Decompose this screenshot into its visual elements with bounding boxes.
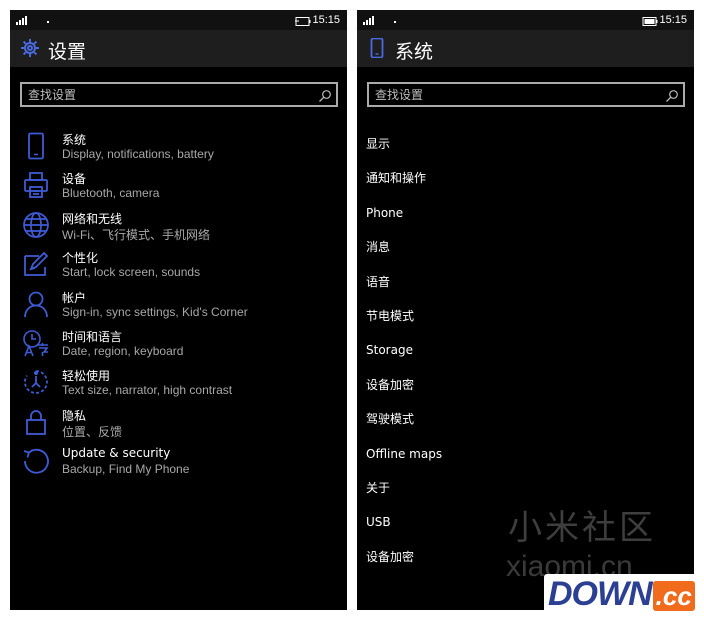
category-subtitle: Date, region, keyboard (62, 343, 184, 358)
search-input[interactable] (22, 84, 336, 106)
battery-charging-icon (295, 16, 311, 29)
update-icon (22, 447, 50, 475)
category-subtitle: Start, lock screen, sounds (62, 265, 201, 280)
title-bar: 系统 (357, 30, 694, 67)
printer-icon (22, 171, 50, 199)
down-cc-logo: DOWN .cc (544, 574, 698, 614)
gear-icon (20, 38, 40, 58)
category-subtitle: Backup, Find My Phone (62, 462, 190, 477)
signal-icon (363, 16, 377, 25)
list-item[interactable]: 驾驶模式 (357, 409, 694, 443)
phone-icon (22, 132, 50, 160)
time-language-icon (22, 329, 50, 357)
search-icon[interactable] (318, 88, 332, 102)
list-item[interactable]: 设备加密 (357, 375, 694, 409)
signal-icon (16, 16, 30, 25)
clock: 15:15 (659, 14, 687, 26)
list-item[interactable]: 通知和操作 (357, 168, 694, 202)
down-logo-text: DOWN (548, 575, 653, 613)
ease-of-access-icon (22, 368, 50, 396)
notification-dot (47, 21, 49, 23)
paint-icon (22, 250, 50, 278)
status-bar: 15:15 (357, 10, 694, 30)
category-title: 帐户 (62, 290, 87, 305)
settings-screen: 15:15 设置 系统 Display, notifications, batt… (10, 10, 347, 610)
category-title: 设备 (62, 172, 87, 187)
status-bar: 15:15 (10, 10, 347, 30)
category-title: 系统 (62, 133, 87, 147)
category-time-language[interactable]: 时间和语言 Date, region, keyboard (10, 327, 347, 366)
list-item[interactable]: 消息 (357, 237, 694, 271)
category-title: 网络和无线 (62, 211, 123, 226)
person-icon (22, 290, 50, 318)
phone-icon (367, 37, 387, 59)
category-title: 个性化 (62, 251, 99, 266)
category-privacy[interactable]: 隐私 位置、反馈 (10, 406, 347, 445)
category-accounts[interactable]: 帐户 Sign-in, sync settings, Kid's Corner (10, 288, 347, 327)
clock: 15:15 (312, 14, 340, 26)
category-update-security[interactable]: Update & security Backup, Find My Phone (10, 445, 347, 484)
settings-category-list: 系统 Display, notifications, battery 设备 Bl… (10, 130, 347, 485)
category-network[interactable]: 网络和无线 Wi-Fi、飞行模式、手机网络 (10, 209, 347, 248)
category-subtitle: Display, notifications, battery (62, 147, 214, 161)
category-subtitle: 位置、反馈 (62, 424, 123, 439)
category-subtitle: Sign-in, sync settings, Kid's Corner (62, 304, 248, 319)
category-subtitle: Bluetooth, camera (62, 186, 160, 201)
list-item[interactable]: Phone (357, 203, 694, 237)
globe-icon (22, 211, 50, 239)
page-title: 设置 (48, 41, 87, 63)
list-item[interactable]: Storage (357, 340, 694, 374)
notification-dot (394, 21, 396, 23)
battery-icon (642, 16, 658, 29)
xiaomi-watermark: 小米社区 (508, 508, 656, 548)
category-title: Update & security (62, 446, 171, 461)
search-box[interactable] (367, 82, 685, 107)
list-item[interactable]: 语音 (357, 272, 694, 306)
category-subtitle: Text size, narrator, high contrast (62, 383, 233, 398)
category-title: 隐私 (62, 408, 87, 423)
lock-icon (22, 408, 50, 436)
search-input[interactable] (369, 84, 683, 106)
search-icon[interactable] (665, 88, 679, 102)
category-subtitle: Wi-Fi、飞行模式、手机网络 (62, 227, 210, 242)
list-item[interactable]: 显示 (357, 134, 694, 168)
list-item[interactable]: 节电模式 (357, 306, 694, 340)
category-title: 轻松使用 (62, 369, 111, 384)
page-title: 系统 (395, 41, 434, 63)
title-bar: 设置 (10, 30, 347, 67)
category-system[interactable]: 系统 Display, notifications, battery (10, 130, 347, 169)
category-title: 时间和语言 (62, 329, 123, 344)
category-personalization[interactable]: 个性化 Start, lock screen, sounds (10, 248, 347, 287)
category-devices[interactable]: 设备 Bluetooth, camera (10, 169, 347, 208)
list-item[interactable]: Offline maps (357, 444, 694, 478)
down-logo-suffix: .cc (652, 581, 695, 611)
search-box[interactable] (20, 82, 338, 107)
category-ease-of-access[interactable]: 轻松使用 Text size, narrator, high contrast (10, 366, 347, 405)
